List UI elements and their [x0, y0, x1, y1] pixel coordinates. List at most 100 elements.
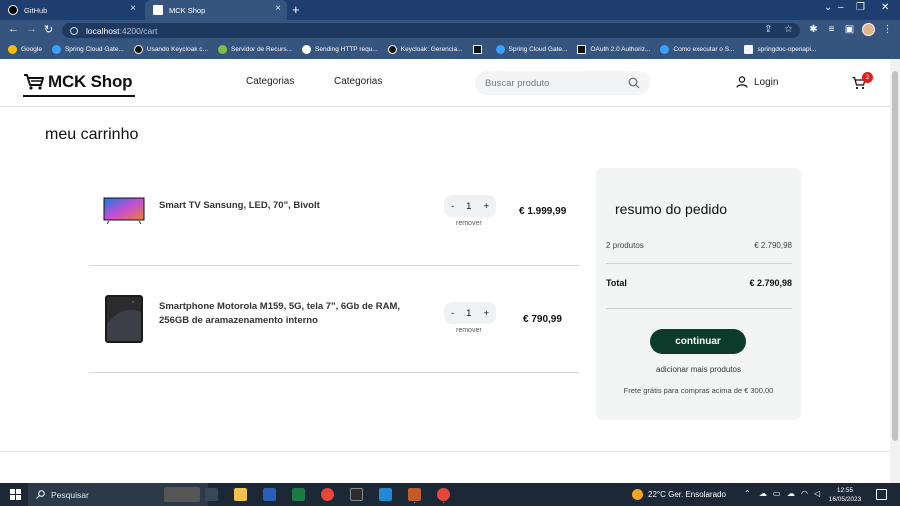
sun-icon [632, 489, 643, 500]
product-name[interactable]: Smartphone Motorola M159, 5G, tela 7", 6… [159, 300, 419, 328]
scrollbar-thumb[interactable] [892, 71, 898, 441]
logo-text: MCK Shop [48, 72, 133, 91]
bookmarks-bar: Google Spring Cloud Gate... Usando Keycl… [0, 40, 900, 59]
weather-text: 22°C Ger. Ensolarado [648, 490, 726, 499]
chrome-active-icon[interactable] [437, 488, 450, 501]
reading-list-icon[interactable]: ≡ [826, 24, 837, 35]
volume-icon[interactable]: ◁ [814, 489, 820, 498]
tab-title: MCK Shop [169, 5, 206, 15]
products-subtotal: € 2.790,98 [754, 241, 792, 250]
logo[interactable]: MCK Shop [23, 69, 135, 97]
chrome-icon[interactable] [321, 488, 334, 501]
chevron-down-icon[interactable]: ⌄ [824, 2, 832, 13]
bookmark-item[interactable]: Servidor de Recurs... [217, 45, 292, 54]
cart-item: Smart TV Sansung, LED, 70", Bivolt - 1 +… [89, 166, 579, 266]
phone-product-image[interactable] [103, 294, 145, 344]
new-tab-button[interactable]: + [292, 2, 300, 17]
windows-start-icon[interactable] [10, 489, 21, 500]
decrease-qty-button[interactable]: - [451, 308, 454, 319]
notification-icon[interactable] [876, 489, 887, 500]
close-window-icon[interactable]: ✕ [881, 2, 889, 13]
remove-item-link[interactable]: remover [456, 220, 482, 227]
login-link[interactable]: Login [736, 76, 778, 88]
bookmark-item[interactable]: springdoc-openapi... [744, 45, 816, 54]
bookmark-item[interactable] [472, 45, 486, 54]
address-bar[interactable]: localhost:4200/cart ⇪ ☆ [62, 23, 800, 38]
cart-logo-icon [24, 74, 44, 90]
products-count: 2 produtos [606, 241, 644, 250]
spring-icon [51, 45, 61, 54]
nav-categorias[interactable]: Categorias [246, 76, 294, 87]
search-input[interactable] [485, 77, 625, 89]
tab-github[interactable]: GitHub × [0, 0, 142, 20]
medium-icon [387, 45, 397, 54]
tab-title: GitHub [24, 5, 48, 15]
bookmark-item[interactable]: Keycloak: Gerencia... [387, 45, 463, 54]
chevron-up-icon[interactable]: ⌃ [744, 489, 751, 498]
cloud-icon[interactable]: ☁ [759, 489, 767, 498]
clock-date: 16/05/2023 [828, 496, 862, 503]
cart-item: Smartphone Motorola M159, 5G, tela 7", 6… [89, 266, 579, 373]
add-more-products-link[interactable]: adicionar mais produtos [596, 365, 801, 374]
file-explorer-icon[interactable] [234, 488, 247, 501]
angular-icon [153, 5, 163, 15]
site-header: MCK Shop Categorias Categorias Login 2 [0, 59, 890, 107]
bookmark-item[interactable]: Spring Cloud Gate... [51, 45, 124, 54]
divider [606, 263, 792, 264]
increase-qty-button[interactable]: + [483, 308, 489, 319]
system-clock[interactable]: 12:55 16/05/2023 [825, 486, 865, 504]
nav-categorias[interactable]: Categorias [334, 76, 382, 87]
reload-icon[interactable]: ↻ [44, 23, 53, 36]
word-icon[interactable] [263, 488, 276, 501]
continue-button[interactable]: continuar [650, 329, 746, 354]
forward-icon[interactable]: → [26, 23, 37, 35]
tv-product-image[interactable] [103, 197, 145, 225]
side-panel-icon[interactable]: ▣ [844, 24, 855, 35]
github-icon [8, 5, 18, 15]
decrease-qty-button[interactable]: - [451, 201, 454, 212]
page-viewport: MCK Shop Categorias Categorias Login 2 m… [0, 59, 890, 483]
bookmark-item[interactable]: Usando Keycloak c... [133, 45, 208, 54]
page-title: meu carrinho [45, 126, 139, 143]
search-icon[interactable] [628, 77, 640, 89]
quantity-stepper: - 1 + [444, 302, 496, 324]
wifi-icon[interactable]: ◠ [801, 489, 808, 498]
monitor-icon[interactable]: ▭ [773, 489, 781, 498]
excel-icon[interactable] [292, 488, 305, 501]
remove-item-link[interactable]: remover [456, 327, 482, 334]
bookmark-item[interactable]: Sending HTTP requ... [302, 45, 378, 54]
back-icon[interactable]: ← [8, 23, 19, 35]
free-shipping-note: Frete grátis para compras acima de € 300… [623, 386, 774, 395]
terminal-icon[interactable] [350, 488, 363, 501]
bookmark-star-icon[interactable]: ☆ [784, 24, 793, 35]
profile-avatar[interactable] [862, 23, 875, 36]
close-tab-icon[interactable]: × [130, 4, 136, 14]
close-tab-icon[interactable]: × [275, 4, 281, 14]
bookmark-item[interactable]: Spring Cloud Gate... [495, 45, 567, 54]
tab-mck-shop[interactable]: MCK Shop × [145, 0, 287, 20]
document-icon [302, 45, 311, 54]
vscode-icon[interactable] [379, 488, 392, 501]
increase-qty-button[interactable]: + [483, 201, 489, 212]
task-view-icon[interactable] [205, 488, 218, 501]
search-icon [36, 490, 45, 499]
page-scrollbar[interactable] [890, 59, 900, 483]
product-name[interactable]: Smart TV Sansung, LED, 70", Bivolt [159, 199, 419, 213]
menu-icon[interactable]: ⋮ [882, 24, 893, 35]
footer-divider [0, 451, 890, 452]
cameras-icon [164, 487, 200, 502]
divider [606, 308, 792, 309]
site-info-icon[interactable] [70, 26, 78, 35]
weather-widget[interactable]: 22°C Ger. Ensolarado [632, 489, 726, 500]
bookmark-item[interactable]: Google [8, 45, 42, 54]
bookmark-item[interactable]: OAuth 2.0 Authoriz... [577, 45, 650, 54]
cloud-sync-icon[interactable]: ☁ [787, 489, 795, 498]
minimize-icon[interactable]: – [838, 2, 844, 13]
restore-icon[interactable]: ❐ [856, 2, 865, 13]
extensions-icon[interactable]: ✱ [808, 24, 819, 35]
dev-icon [577, 45, 587, 54]
intellij-icon[interactable] [408, 488, 421, 501]
taskbar-search[interactable]: Pesquisar [28, 483, 208, 506]
share-icon[interactable]: ⇪ [764, 24, 772, 35]
bookmark-item[interactable]: Como executar o S... [660, 45, 734, 54]
